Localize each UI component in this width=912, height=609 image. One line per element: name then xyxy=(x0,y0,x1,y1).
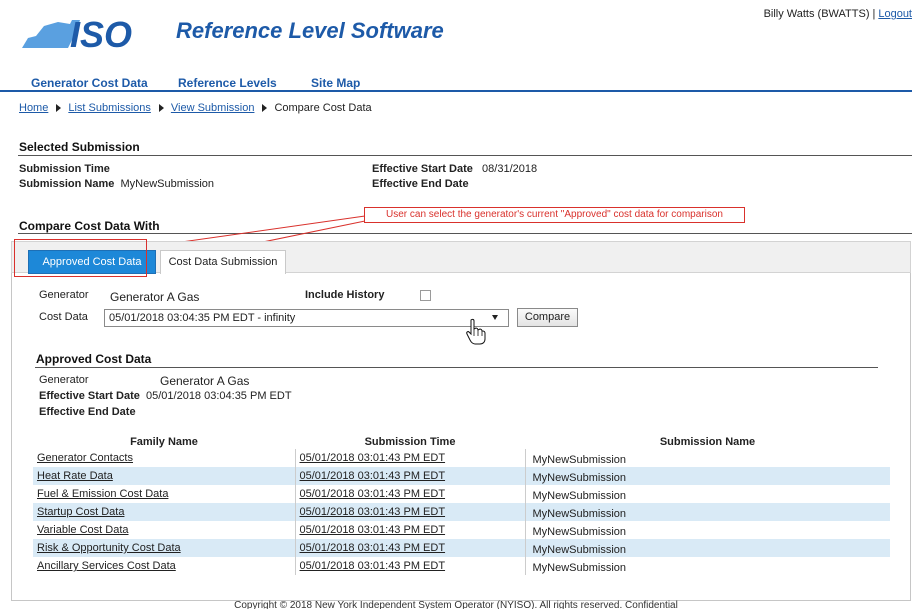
approved-cost-data-title: Approved Cost Data xyxy=(36,352,152,366)
submission-name-cell: MyNewSubmission xyxy=(524,503,890,521)
breadcrumb-home[interactable]: Home xyxy=(19,102,48,114)
family-name-link[interactable]: Risk & Opportunity Cost Data xyxy=(37,542,181,554)
submission-name-cell: MyNewSubmission xyxy=(524,467,890,485)
effective-start-row: Effective Start Date 08/31/2018 xyxy=(372,163,537,175)
submission-name-cell: MyNewSubmission xyxy=(524,539,890,557)
family-name-link[interactable]: Variable Cost Data xyxy=(37,524,129,536)
approved-generator-value: Generator A Gas xyxy=(160,374,250,388)
effective-end-row: Effective End Date xyxy=(372,178,469,190)
submission-name-cell: MyNewSubmission xyxy=(524,485,890,503)
include-history-checkbox[interactable] xyxy=(420,290,431,301)
compare-title: Compare Cost Data With xyxy=(19,219,160,233)
submission-name-row: Submission Name MyNewSubmission xyxy=(19,178,214,190)
column-header-family-name: Family Name xyxy=(130,435,198,448)
family-name-link[interactable]: Fuel & Emission Cost Data xyxy=(37,488,168,500)
generator-label: Generator xyxy=(39,289,89,301)
submission-time-link[interactable]: 05/01/2018 03:01:43 PM EDT xyxy=(300,470,446,482)
breadcrumb-arrow-icon xyxy=(158,104,164,113)
effective-end-label: Effective End Date xyxy=(372,178,469,190)
header: ISO Reference Level Software Billy Watts… xyxy=(0,0,912,72)
tab-annotation-highlight xyxy=(14,239,147,277)
effective-start-label: Effective Start Date xyxy=(372,163,473,175)
footer-copyright: Copyright © 2018 New York Independent Sy… xyxy=(234,600,678,609)
selected-submission-title: Selected Submission xyxy=(19,140,140,154)
submission-time-link[interactable]: 05/01/2018 03:01:43 PM EDT xyxy=(300,506,446,518)
submission-name-cell: MyNewSubmission xyxy=(524,521,890,539)
breadcrumb-current: Compare Cost Data xyxy=(274,102,372,114)
approved-generator-label: Generator xyxy=(39,374,89,386)
submission-time-link[interactable]: 05/01/2018 03:01:43 PM EDT xyxy=(300,524,446,536)
table-row: Fuel & Emission Cost Data 05/01/2018 03:… xyxy=(33,485,890,503)
tab-cost-data-submission[interactable]: Cost Data Submission xyxy=(160,250,286,274)
section-divider xyxy=(18,233,912,234)
nav-reference-levels[interactable]: Reference Levels xyxy=(178,76,277,90)
breadcrumb-view-submission[interactable]: View Submission xyxy=(171,102,255,114)
logout-link[interactable]: Logout xyxy=(878,8,912,20)
include-history-label: Include History xyxy=(305,289,385,301)
submission-name-cell: MyNewSubmission xyxy=(524,557,890,575)
user-area: Billy Watts (BWATTS) | Logout xyxy=(764,8,912,20)
annotation-callout: User can select the generator's current … xyxy=(364,207,745,223)
approved-eff-start-label: Effective Start Date xyxy=(39,390,140,402)
nyiso-logo: ISO xyxy=(22,14,132,54)
table-header-row: Family Name Submission Time Submission N… xyxy=(33,434,890,449)
submission-time-link[interactable]: 05/01/2018 03:01:43 PM EDT xyxy=(300,542,446,554)
submission-time-link[interactable]: 05/01/2018 03:01:43 PM EDT xyxy=(300,452,446,464)
submission-name-label: Submission Name xyxy=(19,178,115,190)
breadcrumb: Home List Submissions View Submission Compa… xyxy=(19,102,372,114)
family-name-link[interactable]: Ancillary Services Cost Data xyxy=(37,560,176,572)
family-name-link[interactable]: Startup Cost Data xyxy=(37,506,124,518)
breadcrumb-arrow-icon xyxy=(262,104,268,113)
submission-time-label: Submission Time xyxy=(19,163,110,175)
cost-data-selected-value: 05/01/2018 03:04:35 PM EDT - infinity xyxy=(109,312,296,324)
hand-pointer-icon xyxy=(466,318,486,345)
cost-data-label: Cost Data xyxy=(39,311,88,323)
approved-eff-end-label: Effective End Date xyxy=(39,406,136,418)
table-row: Startup Cost Data 05/01/2018 03:01:43 PM… xyxy=(33,503,890,521)
submission-time-link[interactable]: 05/01/2018 03:01:43 PM EDT xyxy=(300,488,446,500)
submission-time-link[interactable]: 05/01/2018 03:01:43 PM EDT xyxy=(300,560,446,572)
main-nav: Generator Cost Data Reference Levels Sit… xyxy=(0,76,912,92)
user-name: Billy Watts (BWATTS) xyxy=(763,8,870,20)
generator-value: Generator A Gas xyxy=(110,290,200,304)
table-row: Generator Contacts 05/01/2018 03:01:43 P… xyxy=(33,449,890,467)
app-title: Reference Level Software xyxy=(176,18,444,43)
approved-cost-data-table: Family Name Submission Time Submission N… xyxy=(33,434,890,575)
effective-start-value: 08/31/2018 xyxy=(482,163,538,175)
submission-name-value: MyNewSubmission xyxy=(120,178,215,190)
table-row: Ancillary Services Cost Data 05/01/2018 … xyxy=(33,557,890,575)
user-separator: | xyxy=(872,8,876,20)
family-name-link[interactable]: Heat Rate Data xyxy=(37,470,113,482)
cost-data-select[interactable]: 05/01/2018 03:04:35 PM EDT - infinity xyxy=(104,309,509,327)
logo-text: ISO xyxy=(70,14,132,54)
table-row: Variable Cost Data 05/01/2018 03:01:43 P… xyxy=(33,521,890,539)
family-name-link[interactable]: Generator Contacts xyxy=(37,452,133,464)
section-divider xyxy=(18,155,912,156)
submission-name-cell: MyNewSubmission xyxy=(524,449,890,467)
breadcrumb-arrow-icon xyxy=(56,104,62,113)
nav-generator-cost-data[interactable]: Generator Cost Data xyxy=(31,76,148,90)
approved-eff-start-value: 05/01/2018 03:04:35 PM EDT xyxy=(146,390,292,402)
table-row: Heat Rate Data 05/01/2018 03:01:43 PM ED… xyxy=(33,467,890,485)
submission-time-row: Submission Time xyxy=(19,163,110,175)
section-divider xyxy=(35,367,878,368)
chevron-down-icon xyxy=(492,315,498,320)
column-header-submission-name: Submission Name xyxy=(659,435,756,448)
compare-button[interactable]: Compare xyxy=(517,308,578,327)
breadcrumb-list-submissions[interactable]: List Submissions xyxy=(68,102,151,114)
nav-site-map[interactable]: Site Map xyxy=(311,76,360,90)
table-row: Risk & Opportunity Cost Data 05/01/2018 … xyxy=(33,539,890,557)
column-header-submission-time: Submission Time xyxy=(364,435,456,448)
